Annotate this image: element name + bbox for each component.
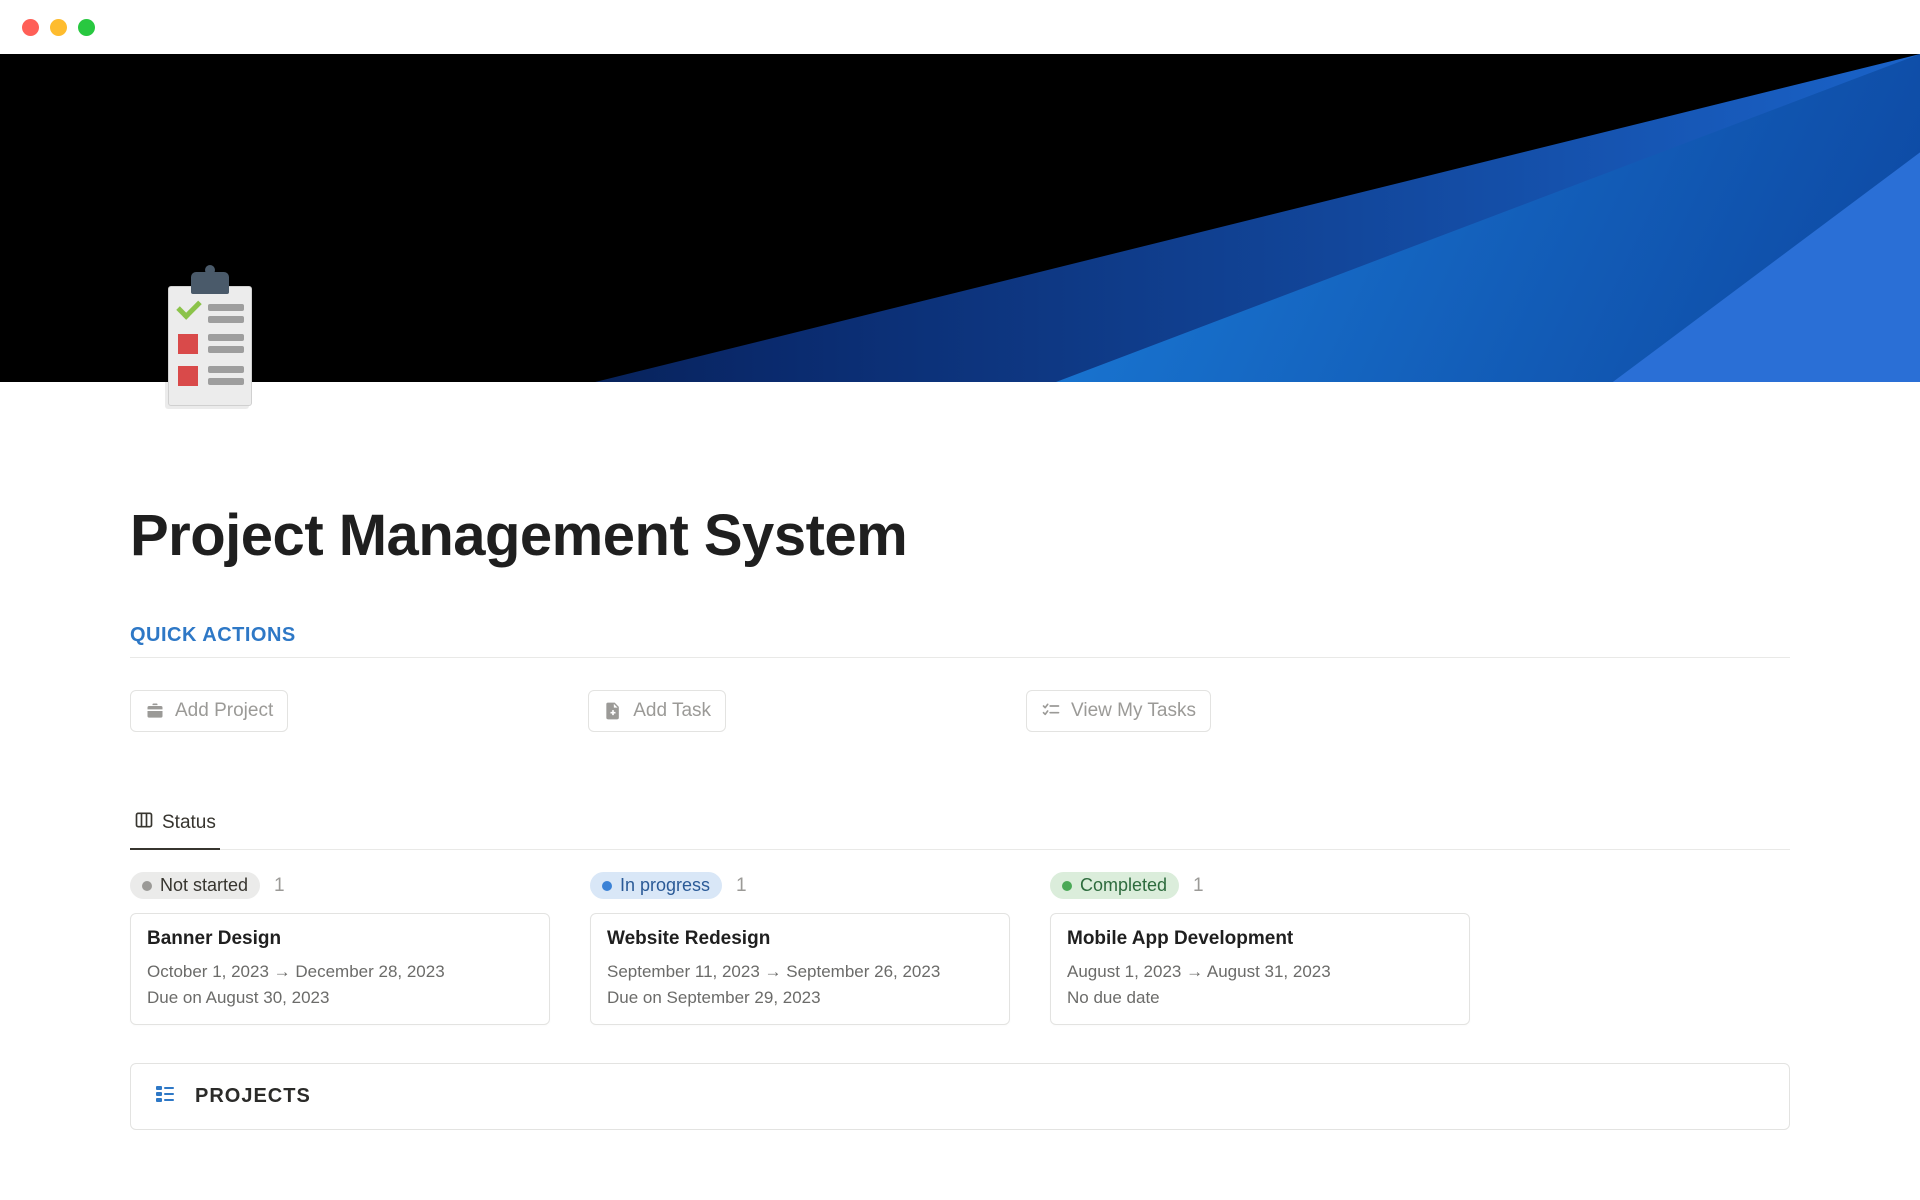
card-title: Website Redesign bbox=[607, 928, 993, 950]
column-count: 1 bbox=[736, 875, 747, 897]
add-project-label: Add Project bbox=[175, 700, 273, 722]
column-completed: Completed 1 Mobile App Development Augus… bbox=[1050, 872, 1470, 1025]
status-board: Not started 1 Banner Design October 1, 2… bbox=[130, 872, 1790, 1025]
card-title: Mobile App Development bbox=[1067, 928, 1453, 950]
card-mobile-app-development[interactable]: Mobile App Development August 1, 2023 → … bbox=[1050, 913, 1470, 1025]
card-date-range: August 1, 2023 → August 31, 2023 bbox=[1067, 962, 1453, 982]
status-label: Not started bbox=[160, 875, 248, 896]
view-tabs: Status bbox=[130, 802, 1790, 850]
close-window-button[interactable] bbox=[22, 19, 39, 36]
card-date-range: September 11, 2023 → September 26, 2023 bbox=[607, 962, 993, 982]
briefcase-icon bbox=[145, 701, 165, 721]
status-label: In progress bbox=[620, 875, 710, 896]
status-dot-icon bbox=[1062, 881, 1072, 891]
column-count: 1 bbox=[274, 875, 285, 897]
tab-status-label: Status bbox=[162, 812, 216, 834]
status-pill-completed[interactable]: Completed bbox=[1050, 872, 1179, 899]
card-date-range: October 1, 2023 → December 28, 2023 bbox=[147, 962, 533, 982]
tab-status[interactable]: Status bbox=[130, 802, 220, 850]
card-title: Banner Design bbox=[147, 928, 533, 950]
add-project-button[interactable]: Add Project bbox=[130, 690, 288, 732]
checklist-icon bbox=[1041, 701, 1061, 721]
maximize-window-button[interactable] bbox=[78, 19, 95, 36]
projects-heading: PROJECTS bbox=[195, 1085, 311, 1108]
add-task-label: Add Task bbox=[633, 700, 711, 722]
status-pill-not-started[interactable]: Not started bbox=[130, 872, 260, 899]
card-due: No due date bbox=[1067, 988, 1453, 1008]
column-not-started: Not started 1 Banner Design October 1, 2… bbox=[130, 872, 550, 1025]
status-dot-icon bbox=[602, 881, 612, 891]
card-due: Due on August 30, 2023 bbox=[147, 988, 533, 1008]
page-cover[interactable] bbox=[0, 54, 1920, 382]
card-website-redesign[interactable]: Website Redesign September 11, 2023 → Se… bbox=[590, 913, 1010, 1025]
card-due: Due on September 29, 2023 bbox=[607, 988, 993, 1008]
window-titlebar bbox=[0, 0, 1920, 54]
view-my-tasks-label: View My Tasks bbox=[1071, 700, 1196, 722]
status-label: Completed bbox=[1080, 875, 1167, 896]
quick-actions-heading: QUICK ACTIONS bbox=[130, 624, 1790, 658]
board-icon bbox=[134, 810, 154, 836]
status-pill-in-progress[interactable]: In progress bbox=[590, 872, 722, 899]
column-count: 1 bbox=[1193, 875, 1204, 897]
minimize-window-button[interactable] bbox=[50, 19, 67, 36]
view-my-tasks-button[interactable]: View My Tasks bbox=[1026, 690, 1211, 732]
list-icon bbox=[153, 1082, 177, 1111]
quick-actions-row: Add Project Add Task View My Tasks bbox=[130, 690, 1790, 732]
page-icon[interactable] bbox=[150, 272, 270, 412]
add-task-button[interactable]: Add Task bbox=[588, 690, 726, 732]
column-in-progress: In progress 1 Website Redesign September… bbox=[590, 872, 1010, 1025]
card-banner-design[interactable]: Banner Design October 1, 2023 → December… bbox=[130, 913, 550, 1025]
page-title[interactable]: Project Management System bbox=[130, 382, 1790, 569]
file-plus-icon bbox=[603, 701, 623, 721]
projects-section[interactable]: PROJECTS bbox=[130, 1063, 1790, 1130]
status-dot-icon bbox=[142, 881, 152, 891]
